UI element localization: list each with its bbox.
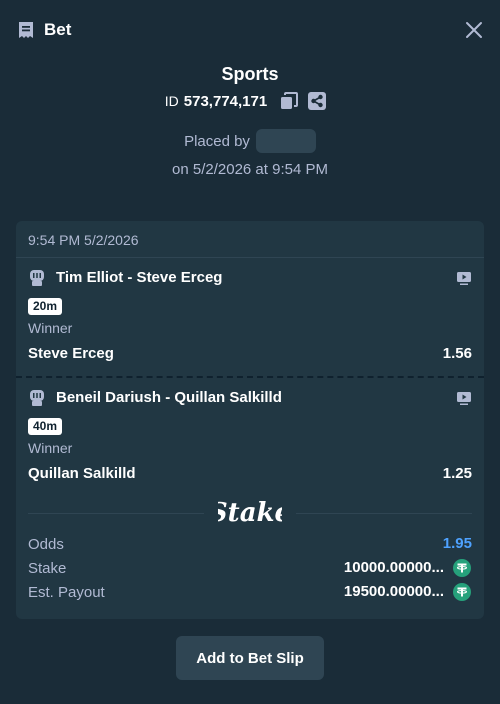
bet-id-label: ID	[164, 93, 179, 109]
brand-divider-right	[296, 513, 472, 514]
market-name: Winner	[28, 440, 73, 456]
mma-glove-icon	[30, 270, 44, 286]
event-name[interactable]: Tim Elliot - Steve Erceg	[56, 269, 222, 287]
close-icon[interactable]	[462, 18, 486, 42]
live-stream-icon[interactable]	[456, 390, 472, 406]
selection-odds: 1.25	[442, 465, 472, 482]
bet-leg: Beneil Dariush - Quillan Salkilld 40m Wi…	[16, 341, 484, 496]
stake-label: Stake	[28, 560, 67, 577]
live-stream-icon[interactable]	[456, 270, 472, 286]
placed-by-row: Placed by	[0, 129, 500, 153]
stake-logo: Stake	[218, 498, 282, 528]
share-icon[interactable]	[307, 91, 327, 111]
copy-icon[interactable]	[279, 91, 299, 111]
receipt-icon	[19, 22, 33, 38]
time-badge: 20m	[28, 298, 63, 315]
event-name[interactable]: Beneil Dariush - Quillan Salkilld	[56, 389, 282, 407]
svg-text:Stake: Stake	[218, 498, 282, 528]
odds-label: Odds	[28, 536, 64, 553]
brand-divider-left	[28, 513, 204, 514]
tether-icon	[453, 583, 471, 601]
bet-id-value: 573,774,171	[183, 92, 268, 110]
add-to-bet-slip-button[interactable]: Add to Bet Slip	[176, 636, 324, 680]
time-badge: 40m	[28, 418, 63, 435]
stake-amount: 10000.00000...	[343, 559, 444, 576]
bet-card: 9:54 PM 5/2/2026 Tim Elliot - Steve Erce…	[16, 221, 484, 619]
modal-title: Bet	[44, 20, 72, 39]
payout-label: Est. Payout	[28, 584, 105, 601]
total-odds: 1.95	[442, 535, 472, 552]
placed-date: on 5/2/2026 at 9:54 PM	[172, 161, 328, 178]
bet-id-row: ID 573,774,171	[0, 90, 500, 112]
bet-category: Sports	[221, 64, 279, 84]
market-name: Winner	[28, 320, 73, 336]
payout-amount: 19500.00000...	[343, 583, 444, 600]
tether-icon	[453, 559, 471, 577]
mma-glove-icon	[30, 390, 44, 406]
modal-header: Bet	[0, 0, 500, 60]
username-hidden[interactable]	[255, 129, 316, 153]
placed-by-label: Placed by	[184, 132, 250, 150]
selection-name: Quillan Salkilld	[28, 465, 136, 482]
